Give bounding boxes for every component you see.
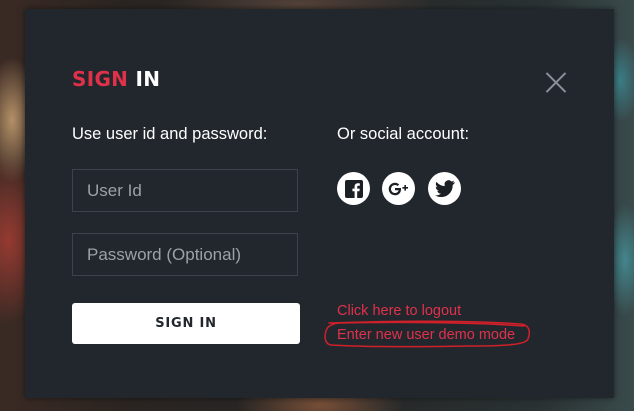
facebook-button[interactable] <box>337 172 370 205</box>
google-plus-button[interactable] <box>382 172 415 205</box>
sign-in-modal: SIGN IN Use user id and password: Or soc… <box>25 9 614 398</box>
demo-mode-link[interactable]: Enter new user demo mode <box>337 327 515 343</box>
title-sign: SIGN <box>72 67 129 91</box>
social-heading: Or social account: <box>337 125 470 143</box>
google-plus-icon <box>388 182 408 195</box>
modal-title: SIGN IN <box>72 67 160 91</box>
close-icon[interactable] <box>543 70 569 96</box>
title-in: IN <box>135 67 161 91</box>
twitter-button[interactable] <box>428 172 461 205</box>
sign-in-button[interactable]: SIGN IN <box>72 303 300 344</box>
password-input[interactable] <box>72 233 298 276</box>
credentials-heading: Use user id and password: <box>72 125 268 143</box>
user-id-input[interactable] <box>72 169 298 212</box>
twitter-icon <box>434 180 455 197</box>
logout-link[interactable]: Click here to logout <box>337 303 461 319</box>
facebook-icon <box>344 179 363 198</box>
